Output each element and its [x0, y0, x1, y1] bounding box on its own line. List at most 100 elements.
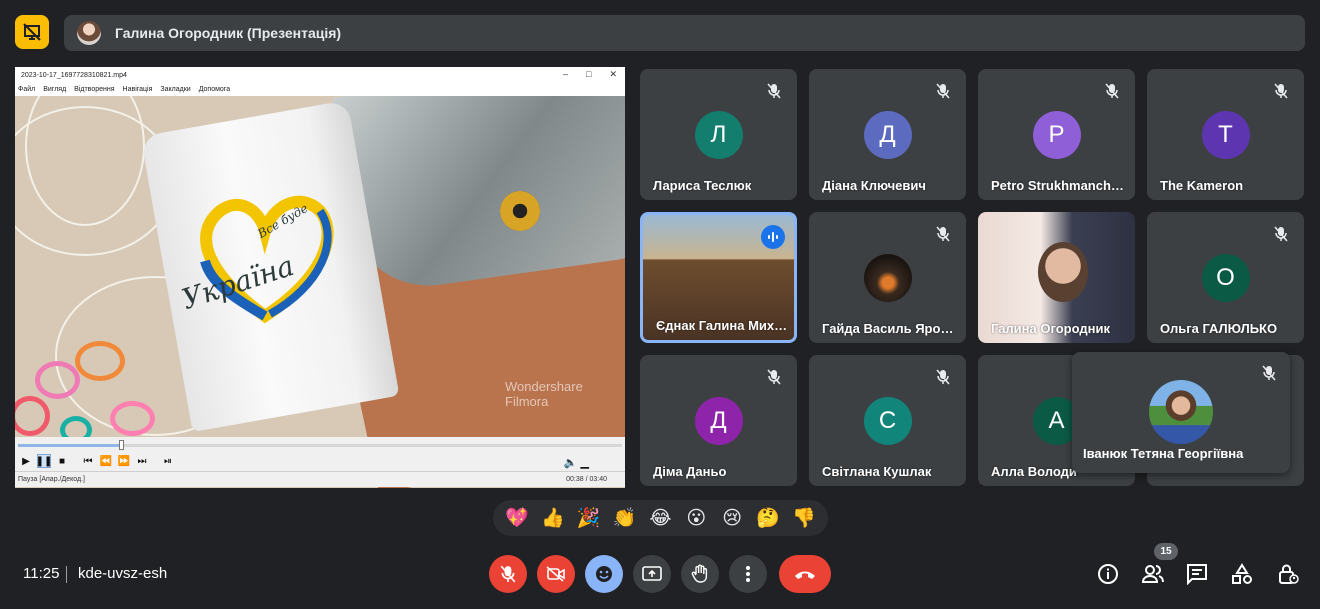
close-icon: ✕ — [609, 69, 617, 79]
participant-name: Petro Strukhmanch… — [991, 178, 1124, 193]
participant-tile[interactable]: Д Діма Даньо — [640, 355, 797, 486]
menu-item: Закладки — [160, 86, 191, 93]
mic-off-icon — [1272, 82, 1290, 100]
maximize-icon: □ — [586, 69, 592, 79]
presenter-bar[interactable]: Галина Огородник (Презентація) — [64, 15, 1305, 51]
menu-item: Файл — [18, 86, 36, 93]
info-icon — [1098, 564, 1118, 584]
next-icon: ⏭ — [137, 455, 147, 467]
participant-name: Світлана Кушлак — [822, 464, 932, 479]
avatar: Л — [694, 111, 743, 159]
presentation-toggle-icon[interactable] — [15, 15, 49, 49]
reaction-party[interactable]: 🎉 — [575, 506, 603, 530]
camera-off-icon — [546, 566, 565, 582]
activities-button[interactable] — [1230, 562, 1254, 586]
clock: 11:25 — [23, 565, 60, 582]
player-statusbar: Пауза [Апар./Декод.] 00:38 / 03:40 — [15, 471, 625, 487]
player-controls: ▶ ❚❚ ■ ⏮ ⏪ ⏩ ⏭ ⏯ 🔈 ▁ Пауза [Апар./Декод.… — [15, 437, 625, 487]
present-screen-icon — [642, 566, 662, 581]
reaction-laugh[interactable]: 😂 — [646, 507, 674, 530]
people-icon — [1141, 565, 1164, 583]
participant-name: The Kameron — [1160, 178, 1244, 193]
leave-call-button[interactable] — [779, 555, 831, 593]
participant-tile[interactable]: Галина Огородник — [978, 212, 1135, 343]
reaction-thumbs-up[interactable]: 👍 — [539, 506, 567, 530]
reaction-clap[interactable]: 👏 — [611, 506, 639, 530]
stop-icon: ■ — [58, 455, 66, 467]
player-menu: Файл Вигляд Відтворення Навігація Заклад… — [15, 83, 625, 96]
menu-item: Вигляд — [43, 86, 67, 93]
chat-button[interactable] — [1185, 562, 1209, 586]
mic-off-icon — [1262, 365, 1276, 386]
play-icon: ▶ — [22, 455, 30, 467]
avatar: Д — [863, 111, 912, 159]
participant-tile[interactable]: P Petro Strukhmanch… — [978, 69, 1135, 200]
participant-tile[interactable]: T The Kameron — [1147, 69, 1304, 200]
avatar: Д — [694, 397, 743, 445]
mic-off-icon — [765, 82, 783, 100]
mic-off-icon — [934, 368, 952, 386]
player-titlebar: 2023-10-17_1697728310821.mp4 – □ ✕ — [15, 67, 625, 83]
participant-tile[interactable]: Д Діана Ключевич — [809, 69, 966, 200]
self-view-tile[interactable]: Іванюк Тетяна Георгіївна — [1072, 352, 1290, 473]
participant-tile[interactable]: С Світлана Кушлак — [809, 355, 966, 486]
present-screen-button[interactable] — [633, 555, 671, 593]
divider — [66, 566, 67, 583]
pause-icon: ❚❚ — [35, 454, 53, 468]
hang-up-icon — [795, 571, 815, 579]
avatar: О — [1201, 254, 1250, 302]
mic-toggle-button[interactable] — [489, 555, 527, 593]
mic-off-icon — [500, 565, 516, 583]
smile-icon — [596, 566, 612, 582]
previous-icon: ⏮ — [83, 455, 93, 467]
more-vert-icon — [746, 566, 750, 582]
video-frame: Україна Все буде Wondershare Filmora — [15, 96, 625, 488]
minimize-icon: – — [563, 69, 569, 79]
participant-name: Галина Огородник — [991, 321, 1110, 336]
seek-bar — [18, 440, 622, 450]
meeting-code: kde-uvsz-esh — [78, 565, 168, 582]
raise-hand-button[interactable] — [681, 555, 719, 593]
participant-name: Ольга ГАЛЮЛЬКО — [1160, 321, 1278, 336]
reaction-sad[interactable]: 😢 — [718, 507, 746, 530]
avatar: T — [1201, 111, 1250, 159]
participant-name: Іванюк Тетяна Георгіївна — [1083, 446, 1244, 461]
mic-off-icon — [1272, 225, 1290, 243]
shared-screen: 2023-10-17_1697728310821.mp4 – □ ✕ Файл Ви… — [15, 67, 625, 488]
reaction-heart[interactable]: 💖 — [503, 506, 531, 530]
reaction-thumbs-down[interactable]: 👎 — [790, 506, 818, 530]
player-time: 00:38 / 03:40 — [566, 476, 607, 483]
meeting-details-button[interactable] — [1096, 562, 1120, 586]
lock-person-icon — [1279, 564, 1299, 584]
mic-off-icon — [934, 82, 952, 100]
camera-toggle-button[interactable] — [537, 555, 575, 593]
participant-name: Лариса Теслюк — [653, 178, 752, 193]
rewind-icon: ⏪ — [99, 455, 113, 467]
emoji-reaction-button[interactable] — [585, 555, 623, 593]
shapes-icon — [1232, 563, 1252, 584]
participant-tile[interactable]: Л Лариса Теслюк — [640, 69, 797, 200]
mic-off-icon — [1103, 82, 1121, 100]
participant-name: Єднак Галина Мих… — [656, 318, 788, 333]
mic-off-icon — [765, 368, 783, 386]
menu-item: Навігація — [122, 86, 153, 93]
forward-icon: ⏩ — [117, 455, 131, 467]
frame-step-icon: ⏯ — [164, 455, 172, 467]
participant-name: Гайда Василь Яро… — [822, 321, 954, 336]
host-controls-button[interactable] — [1276, 562, 1300, 586]
reaction-thinking[interactable]: 🤔 — [754, 506, 782, 530]
presenter-name: Галина Огородник (Презентація) — [115, 25, 342, 41]
more-options-button[interactable] — [729, 555, 767, 593]
participant-tile[interactable]: О Ольга ГАЛЮЛЬКО — [1147, 212, 1304, 343]
participant-tile-speaking[interactable]: Єднак Галина Мих… — [640, 212, 797, 343]
presenter-avatar — [77, 21, 101, 45]
people-button[interactable] — [1141, 562, 1165, 586]
avatar — [1149, 380, 1213, 444]
participant-tile[interactable]: Гайда Василь Яро… — [809, 212, 966, 343]
player-status: Пауза [Апар./Декод.] — [18, 476, 85, 483]
reactions-bar: 💖 👍 🎉 👏 😂 😮 😢 🤔 👎 — [493, 500, 828, 536]
reaction-surprised[interactable]: 😮 — [682, 507, 710, 530]
menu-item: Допомога — [198, 86, 231, 93]
menu-item: Відтворення — [74, 86, 115, 93]
avatar: С — [863, 397, 912, 445]
